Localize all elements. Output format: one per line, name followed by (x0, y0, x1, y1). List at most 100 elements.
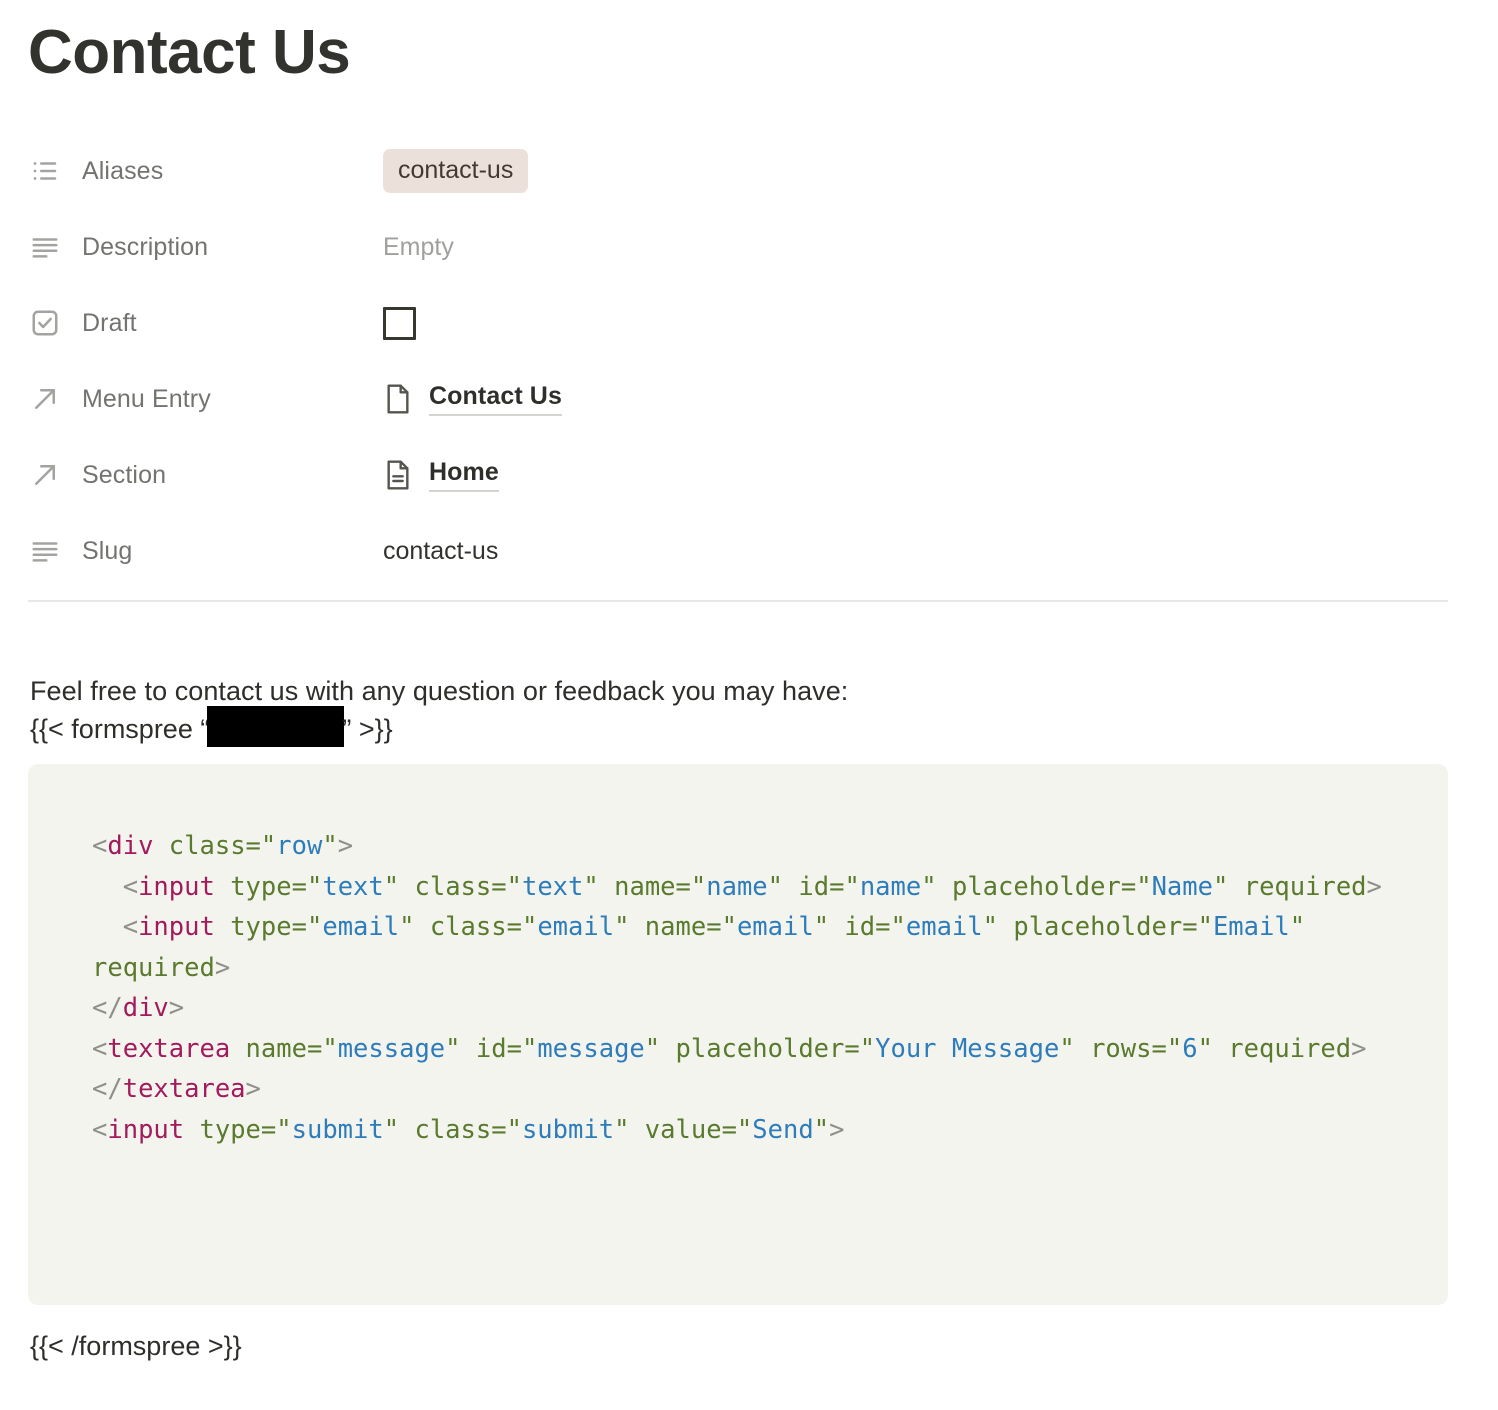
page-blank-icon (383, 382, 413, 416)
slug-text[interactable]: contact-us (383, 537, 498, 566)
code-token: type (199, 1114, 261, 1145)
code-token: = (675, 871, 691, 902)
property-row-slug[interactable]: Slug contact-us (28, 513, 1448, 589)
code-token: > (337, 831, 354, 861)
code-token: input (138, 912, 215, 942)
code-token: " (1197, 1033, 1213, 1064)
code-token: = (506, 1033, 522, 1064)
code-token: required (92, 952, 215, 983)
code-token: " (982, 912, 998, 942)
text-lines-icon (28, 230, 62, 264)
property-row-menu-entry[interactable]: Menu Entry Contact Us (28, 361, 1448, 437)
code-token: div (107, 831, 154, 861)
intro-paragraph: Feel free to contact us with any questio… (30, 676, 849, 706)
code-block[interactable]: <div class="row"> <input type="text" cla… (28, 764, 1448, 1305)
property-value-section[interactable]: Home (383, 455, 499, 495)
code-token: " (736, 1114, 753, 1145)
shortcode-close-line: {{< /formspree >}} (30, 1331, 242, 1361)
code-token: Name (1151, 871, 1213, 902)
code-token: required (1228, 1033, 1352, 1064)
code-token: " (614, 912, 630, 942)
code-token: placeholder (1013, 912, 1183, 942)
code-token: message (337, 1033, 446, 1064)
code-token: = (844, 1033, 860, 1064)
alias-tag[interactable]: contact-us (383, 149, 529, 193)
code-token: submit (521, 1114, 615, 1145)
property-row-section[interactable]: Section Home (28, 437, 1448, 513)
property-key-slug: Slug (28, 534, 383, 568)
property-value-draft[interactable] (383, 303, 416, 343)
code-token: " (521, 1033, 538, 1064)
code-token: " (1197, 912, 1213, 942)
code-token: " (322, 831, 338, 861)
property-key-aliases: Aliases (28, 154, 383, 188)
properties-divider (28, 600, 1448, 602)
redacted-form-id (207, 706, 345, 747)
property-key-section: Section (28, 458, 383, 492)
code-token: id (475, 1033, 507, 1064)
code-token: " (260, 831, 277, 861)
property-row-description[interactable]: Description Empty (28, 209, 1448, 285)
description-empty-placeholder[interactable]: Empty (383, 233, 454, 262)
code-token: = (291, 871, 307, 902)
page-title: Contact Us (28, 18, 351, 87)
shortcode-open-suffix: ” >}} (342, 714, 393, 744)
code-token: submit (291, 1114, 384, 1145)
properties-list: Aliases contact-us Description Empty Dra… (28, 133, 1448, 589)
code-token: textarea (107, 1033, 231, 1064)
section-link[interactable]: Home (429, 458, 499, 492)
code-token: " (767, 871, 784, 902)
code-token: " (859, 1033, 876, 1064)
property-value-aliases[interactable]: contact-us (383, 149, 529, 193)
property-value-menu-entry[interactable]: Contact Us (383, 379, 562, 419)
list-bullet-icon (28, 154, 62, 188)
property-row-draft[interactable]: Draft (28, 285, 1448, 361)
code-token: " (644, 1033, 661, 1064)
code-token: text (521, 871, 584, 902)
code-token: " (1213, 871, 1229, 902)
property-label-section: Section (82, 460, 167, 489)
code-token: placeholder (951, 871, 1121, 902)
property-row-aliases[interactable]: Aliases contact-us (28, 133, 1448, 209)
code-token: = (245, 831, 261, 861)
draft-checkbox[interactable] (383, 306, 416, 340)
code-token: row (276, 831, 323, 861)
code-token: " (306, 912, 323, 942)
code-token: " (276, 1114, 292, 1145)
code-token: = (829, 871, 845, 902)
code-token: = (260, 1114, 277, 1145)
code-token: name (245, 1033, 307, 1064)
code-token: " (1059, 1033, 1075, 1064)
page-lines-icon (383, 458, 413, 492)
code-token: name (706, 871, 768, 902)
code-token: < (92, 912, 139, 942)
code-token: name (644, 912, 707, 942)
code-token: class (414, 1114, 492, 1145)
code-token: " (521, 912, 538, 942)
code-token: name (859, 871, 922, 902)
code-token: message (537, 1033, 645, 1064)
text-lines-icon (28, 534, 62, 568)
code-token: required (1243, 871, 1367, 902)
code-token: = (875, 912, 891, 942)
property-value-description[interactable]: Empty (383, 227, 454, 267)
property-label-draft: Draft (82, 308, 137, 337)
code-token: > (214, 952, 231, 983)
shortcode-open-prefix: {{< formspree “ (30, 714, 210, 744)
menu-entry-link[interactable]: Contact Us (429, 382, 562, 416)
code-token: " (690, 871, 707, 902)
code-token: email (537, 912, 615, 942)
shortcode-open-line: {{< formspree “ ” >}} (30, 706, 393, 749)
property-label-description: Description (82, 232, 209, 261)
code-token: = (506, 912, 522, 942)
code-token: " (844, 871, 860, 902)
property-value-slug[interactable]: contact-us (383, 531, 498, 571)
